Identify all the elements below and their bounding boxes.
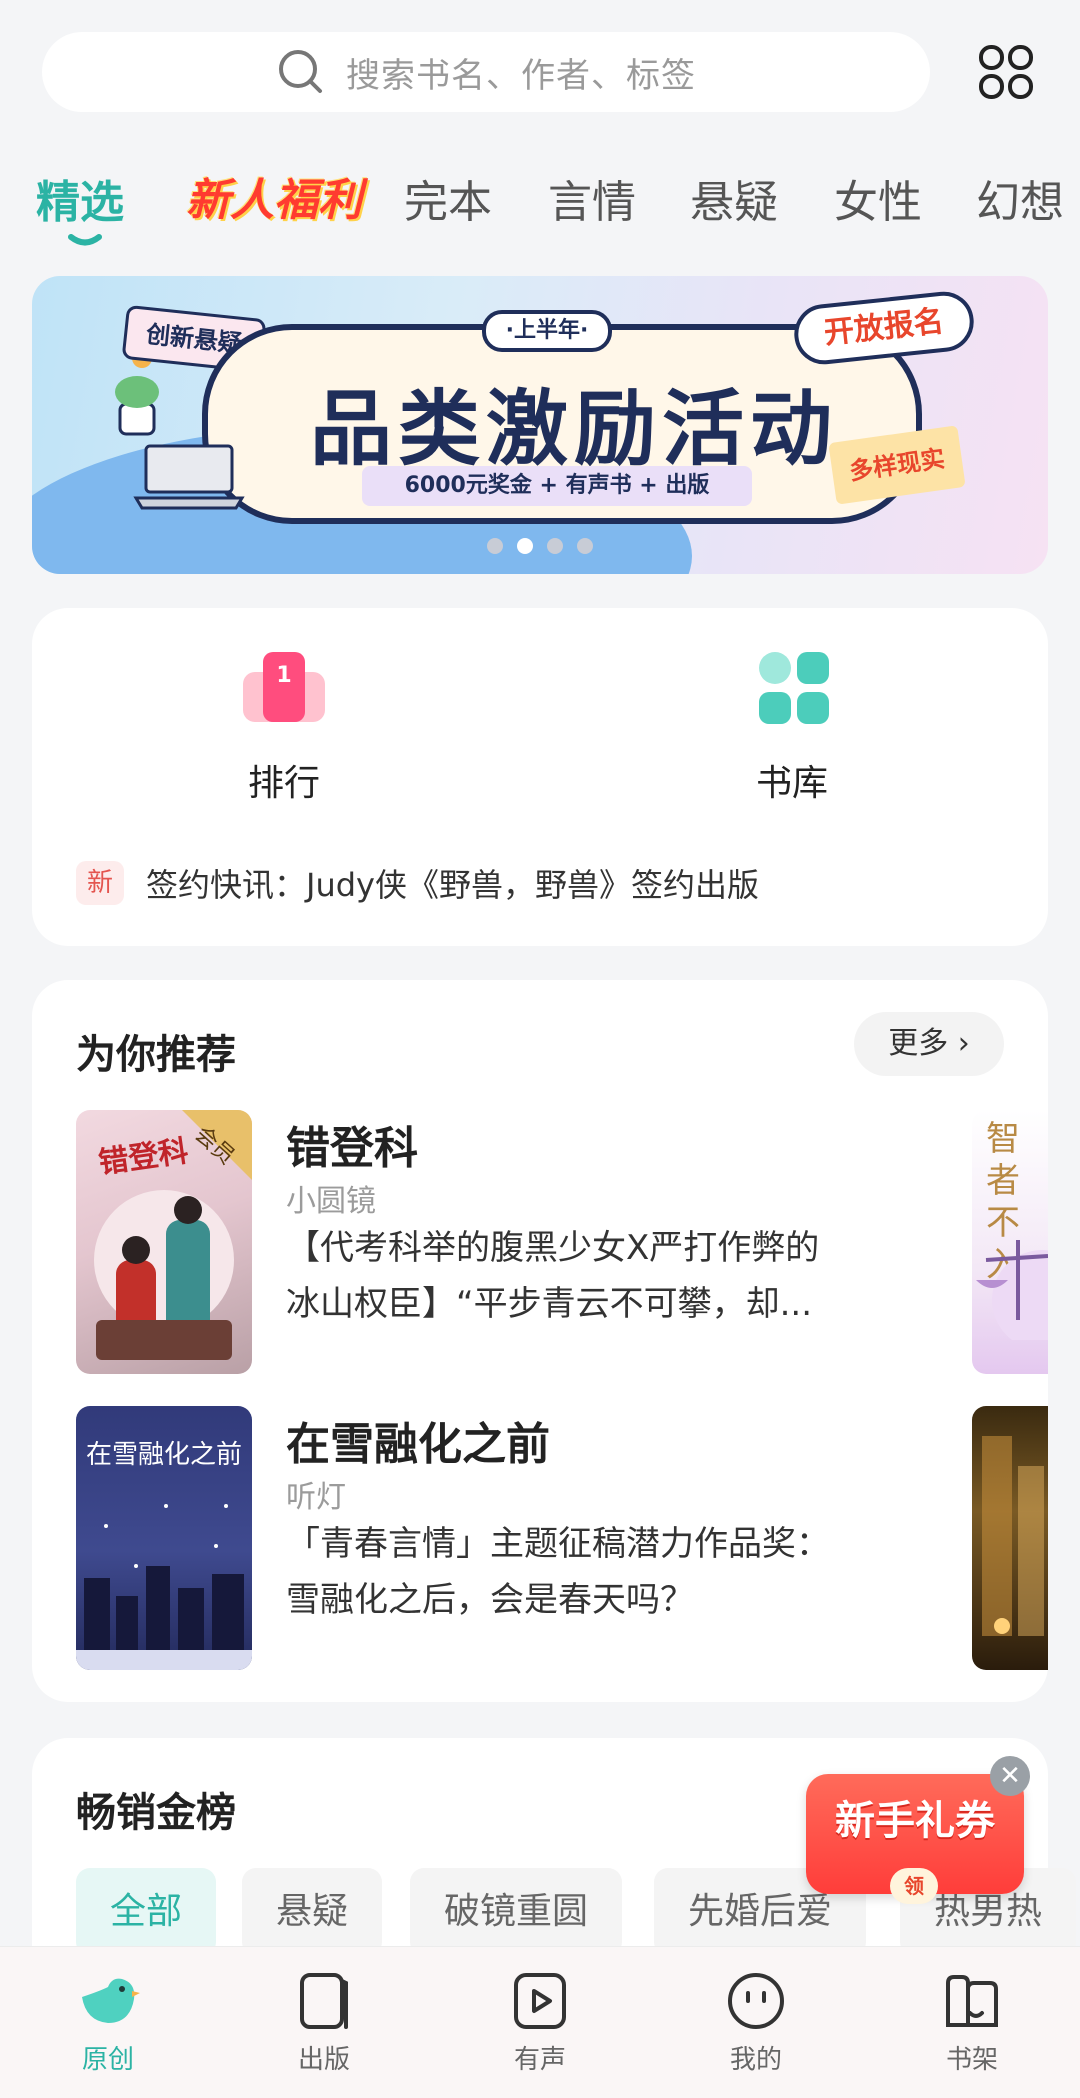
banner-dot[interactable] bbox=[577, 538, 593, 554]
more-label: 更多 bbox=[888, 1026, 949, 1061]
tab-completed[interactable]: 完本 bbox=[404, 166, 492, 230]
scale-illustration bbox=[976, 1240, 1048, 1340]
quick-entry-card: 1 排行 书库 新 签约快讯：Judy侠《野兽，野兽》签约出版 bbox=[32, 608, 1048, 946]
banner-dot-active[interactable] bbox=[517, 538, 533, 554]
banner-tag-signup: 开放报名 bbox=[791, 288, 977, 368]
tab-romance[interactable]: 言情 bbox=[548, 166, 636, 230]
tab-featured[interactable]: 精选 bbox=[36, 166, 124, 230]
book-desc-line: 冰山权臣】“平步青云不可攀，却... bbox=[286, 1284, 813, 1324]
book-desc: 【代考科举的腹黑少女X严打作弊的 冰山权臣】“平步青云不可攀，却... bbox=[286, 1220, 906, 1332]
search-placeholder: 搜索书名、作者、标签 bbox=[346, 55, 696, 96]
banner-pagination bbox=[32, 538, 1048, 558]
nav-label: 我的 bbox=[729, 2045, 782, 2075]
tab-female[interactable]: 女性 bbox=[834, 166, 922, 230]
city-night-illustration bbox=[982, 1436, 1044, 1636]
ranking-icon: 1 bbox=[243, 652, 325, 722]
new-badge: 新 bbox=[76, 861, 124, 905]
section-title-recommend: 为你推荐 bbox=[76, 1032, 236, 1078]
book-author: 听灯 bbox=[286, 1480, 346, 1515]
chip-reunion[interactable]: 破镜重圆 bbox=[410, 1868, 623, 1956]
face-icon bbox=[728, 1973, 784, 2029]
library-label: 书库 bbox=[755, 763, 828, 804]
tab-newcomer-benefits[interactable]: 新人福利 bbox=[186, 164, 362, 228]
nav-audio[interactable]: 有声 bbox=[480, 1969, 600, 2076]
banner-dot[interactable] bbox=[487, 538, 503, 554]
nav-mine[interactable]: 我的 bbox=[696, 1969, 816, 2076]
tab-fantasy[interactable]: 幻想 bbox=[976, 166, 1064, 230]
laptop-illustration bbox=[133, 444, 245, 510]
close-icon[interactable]: ✕ bbox=[990, 1756, 1030, 1796]
ranking-label: 排行 bbox=[247, 763, 320, 804]
library-entry[interactable]: 书库 bbox=[692, 648, 892, 806]
bird-icon bbox=[82, 1978, 140, 2023]
chip-all[interactable]: 全部 bbox=[76, 1868, 217, 1956]
book-author: 小圆镜 bbox=[286, 1184, 376, 1219]
nav-publish[interactable]: 出版 bbox=[264, 1969, 384, 2076]
recommend-section: 为你推荐 更多 › 错登科 会员 错登科 小圆镜 【代考科举的腹黑少女X严打作弊… bbox=[32, 980, 1048, 1702]
promo-banner[interactable]: 创新悬疑 ·上半年· 品类激励活动 6000元奖金 + 有声书 + 出版 开放报… bbox=[32, 276, 1048, 574]
active-tab-indicator bbox=[68, 234, 102, 246]
shelf-icon bbox=[946, 1975, 998, 2027]
bottom-nav: 原创 出版 有声 我的 书架 bbox=[0, 1946, 1080, 2098]
ranking-entry[interactable]: 1 排行 bbox=[184, 648, 384, 806]
book-title[interactable]: 在雪融化之前 bbox=[286, 1408, 550, 1472]
chip-mystery[interactable]: 悬疑 bbox=[242, 1868, 383, 1956]
coupon-label: 新手礼券 bbox=[835, 1798, 995, 1844]
more-button[interactable]: 更多 › bbox=[854, 1012, 1004, 1076]
book-cover[interactable]: 在雪融化之前 bbox=[76, 1406, 252, 1670]
coupon-claim-badge[interactable]: 领 bbox=[890, 1868, 938, 1904]
book-icon bbox=[300, 1973, 348, 2029]
book-desc-line: 雪融化之后，会是春天吗？ bbox=[286, 1580, 694, 1620]
play-icon bbox=[514, 1973, 566, 2029]
news-text: 签约快讯：Judy侠《野兽，野兽》签约出版 bbox=[146, 866, 759, 904]
newcomer-coupon-float[interactable]: 新手礼券 领 ✕ bbox=[806, 1756, 1030, 1916]
book-cover-title: 在雪融化之前 bbox=[86, 1440, 243, 1470]
banner-dot[interactable] bbox=[547, 538, 563, 554]
book-desc-line: 【代考科举的腹黑少女X严打作弊的 bbox=[286, 1228, 820, 1268]
banner-subline: 6000元奖金 + 有声书 + 出版 bbox=[362, 466, 752, 506]
nav-label: 原创 bbox=[81, 2045, 134, 2075]
tab-mystery[interactable]: 悬疑 bbox=[690, 166, 778, 230]
next-book-peek[interactable]: 智者不入 bbox=[972, 1110, 1048, 1374]
book-desc-line: 「青春言情」主题征稿潜力作品奖： bbox=[286, 1524, 830, 1564]
section-title-bestseller: 畅销金榜 bbox=[76, 1790, 236, 1836]
library-icon bbox=[759, 652, 829, 724]
nav-label: 出版 bbox=[297, 2045, 350, 2075]
search-icon bbox=[279, 50, 322, 93]
nav-label: 有声 bbox=[513, 2045, 566, 2075]
book-desc: 「青春言情」主题征稿潜力作品奖： 雪融化之后，会是春天吗？ bbox=[286, 1516, 906, 1628]
category-tabs: 精选 新人福利 完本 言情 悬疑 女性 幻想 bbox=[0, 160, 1080, 260]
nav-bookshelf[interactable]: 书架 bbox=[912, 1969, 1032, 2076]
banner-headline: 品类激励活动 bbox=[309, 382, 838, 477]
ranking-badge-number: 1 bbox=[276, 663, 291, 688]
banner-period-pill: ·上半年· bbox=[482, 310, 612, 352]
search-bar[interactable]: 搜索书名、作者、标签 bbox=[42, 32, 930, 112]
book-title[interactable]: 错登科 bbox=[286, 1112, 418, 1176]
next-book-peek[interactable] bbox=[972, 1406, 1048, 1670]
book-cover[interactable]: 错登科 会员 bbox=[76, 1110, 252, 1374]
nav-label: 书架 bbox=[945, 2045, 998, 2075]
signing-news[interactable]: 新 签约快讯：Judy侠《野兽，野兽》签约出版 bbox=[76, 860, 759, 906]
nav-original[interactable]: 原创 bbox=[48, 1969, 168, 2076]
grid-menu-icon[interactable] bbox=[978, 44, 1034, 100]
